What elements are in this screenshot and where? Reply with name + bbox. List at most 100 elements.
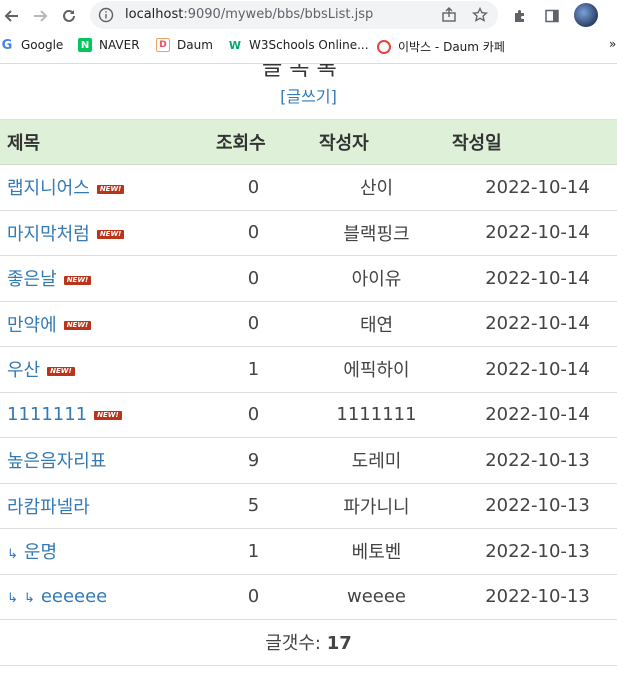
table-row: 1111111 NEW! 0 1111111 2022-10-14 [0,392,617,438]
write-post-link[interactable]: [글쓰기] [0,83,617,107]
date-cell: 2022-10-13 [446,437,617,484]
reply-arrow-icon: ↳ [23,591,35,607]
table-row: 랩지니어스 NEW! 0 산이 2022-10-14 [0,164,617,211]
date-cell: 2022-10-13 [446,574,617,620]
browser-toolbar: localhost:9090/myweb/bbs/bbsList.jsp [0,0,617,32]
table-row: ↳ ↳ eeeeee 0 weeee 2022-10-13 [0,574,617,620]
new-badge: NEW! [63,321,92,331]
view-count-cell: 0 [200,392,307,438]
date-cell: 2022-10-14 [446,392,617,438]
post-title-link[interactable]: 높은음자리표 [7,451,106,472]
view-count-cell: 0 [200,164,307,211]
post-title-cell: 좋은날 NEW! [0,255,200,302]
date-cell: 2022-10-13 [446,483,617,529]
address-bar[interactable]: localhost:9090/myweb/bbs/bbsList.jsp [90,1,498,29]
bookmark-daum-cafe[interactable]: 이박스 - Daum 카페 [377,38,505,55]
post-title-link[interactable]: 라캄파넬라 [7,497,90,518]
writer-cell: 에픽하이 [307,346,446,393]
new-badge: NEW! [96,230,125,240]
view-count-cell: 0 [200,210,307,256]
daum-cafe-icon [377,39,391,54]
post-title-link[interactable]: 마지막처럼 [7,224,90,245]
table-row: 우산 NEW! 1 에픽하이 2022-10-14 [0,346,617,393]
post-title-link[interactable]: 1111111 [7,404,87,425]
post-title-cell: 라캄파넬라 [0,483,200,529]
bookmark-google[interactable]: G Google [0,37,64,53]
date-cell: 2022-10-14 [446,255,617,302]
table-row: 마지막처럼 NEW! 0 블랙핑크 2022-10-14 [0,210,617,256]
post-title-cell: 1111111 NEW! [0,392,200,438]
back-arrow-icon[interactable] [0,4,24,28]
post-title-cell: 마지막처럼 NEW! [0,210,200,256]
writer-cell: weeee [307,574,446,620]
table-row: 만약에 NEW! 0 태연 2022-10-14 [0,301,617,347]
column-header-date: 작성일 [446,119,617,165]
daum-icon: D [156,38,170,52]
writer-cell: 아이유 [307,255,446,302]
writer-cell: 태연 [307,301,446,347]
google-icon: G [1,37,13,53]
total-count: 글갯수: 17 [0,619,617,666]
post-title-cell: 랩지니어스 NEW! [0,164,200,211]
view-count-cell: 9 [200,437,307,484]
bookmark-w3schools[interactable]: W W3Schools Online... [228,38,369,52]
reply-arrow-icon: ↳ [7,591,18,607]
new-badge: NEW! [94,410,122,420]
table-row: ↳ 운명 1 베토벤 2022-10-13 [0,528,617,575]
view-count-cell: 0 [200,574,307,620]
url-text: localhost:9090/myweb/bbs/bbsList.jsp [125,7,374,22]
bookmark-daum[interactable]: D Daum [156,38,213,52]
post-title-cell: ↳ 운명 [0,528,200,575]
column-header-views: 조회수 [200,119,307,165]
bookmark-star-icon[interactable] [471,6,489,24]
bookmarks-overflow-chevron-icon[interactable]: » [609,37,616,51]
post-title-cell: ↳ ↳ eeeeee [0,574,200,620]
extensions-puzzle-icon[interactable] [509,5,531,27]
forward-arrow-icon[interactable] [28,4,52,28]
post-title-cell: 우산 NEW! [0,346,200,393]
share-icon[interactable] [440,6,458,24]
board-table: 제목 조회수 작성자 작성일 랩지니어스 NEW! 0 산이 2022-10-14 마지막… [0,119,617,666]
naver-icon: N [78,38,92,52]
writer-cell: 베토벤 [307,528,446,575]
profile-avatar[interactable] [574,3,598,27]
site-info-icon[interactable] [98,7,114,23]
writer-cell: 블랙핑크 [307,210,446,256]
side-panel-icon[interactable] [541,5,563,27]
view-count-cell: 1 [200,528,307,575]
new-badge: NEW! [47,366,75,376]
page-content: 글 목 록 [글쓰기] 제목 조회수 작성자 작성일 랩지니어스 NEW! 0 산이 2… [0,64,617,674]
writer-cell: 도레미 [307,437,446,484]
reply-arrow-icon: ↳ [7,547,18,563]
table-row: 라캄파넬라 5 파가니니 2022-10-13 [0,483,617,529]
writer-cell: 파가니니 [307,483,446,529]
date-cell: 2022-10-13 [446,528,617,575]
page-title: 글 목 록 [262,64,337,81]
view-count-cell: 5 [200,483,307,529]
new-badge: NEW! [63,275,92,285]
post-title-link[interactable]: 우산 [7,360,40,381]
w3schools-icon: W [228,38,242,52]
bookmarks-bar: G Google N NAVER D Daum W W3Schools Onli… [0,32,617,60]
post-title-link[interactable]: 좋은날 [7,269,57,290]
date-cell: 2022-10-14 [446,164,617,211]
view-count-cell: 0 [200,301,307,347]
post-title-link[interactable]: 만약에 [7,315,57,336]
view-count-cell: 1 [200,346,307,393]
post-title-link[interactable]: 랩지니어스 [7,178,90,199]
post-title-cell: 높은음자리표 [0,437,200,484]
table-header-row: 제목 조회수 작성자 작성일 [0,119,617,165]
view-count-cell: 0 [200,255,307,302]
post-title-link[interactable]: eeeeee [41,586,107,607]
date-cell: 2022-10-14 [446,346,617,393]
post-title-link[interactable]: 운명 [24,542,57,563]
new-badge: NEW! [96,184,125,194]
post-title-cell: 만약에 NEW! [0,301,200,347]
bookmark-naver[interactable]: N NAVER [78,38,140,52]
date-cell: 2022-10-14 [446,210,617,256]
writer-cell: 1111111 [307,392,446,438]
column-header-title: 제목 [0,119,200,165]
table-row: 좋은날 NEW! 0 아이유 2022-10-14 [0,255,617,302]
reload-icon[interactable] [57,4,81,28]
date-cell: 2022-10-14 [446,301,617,347]
